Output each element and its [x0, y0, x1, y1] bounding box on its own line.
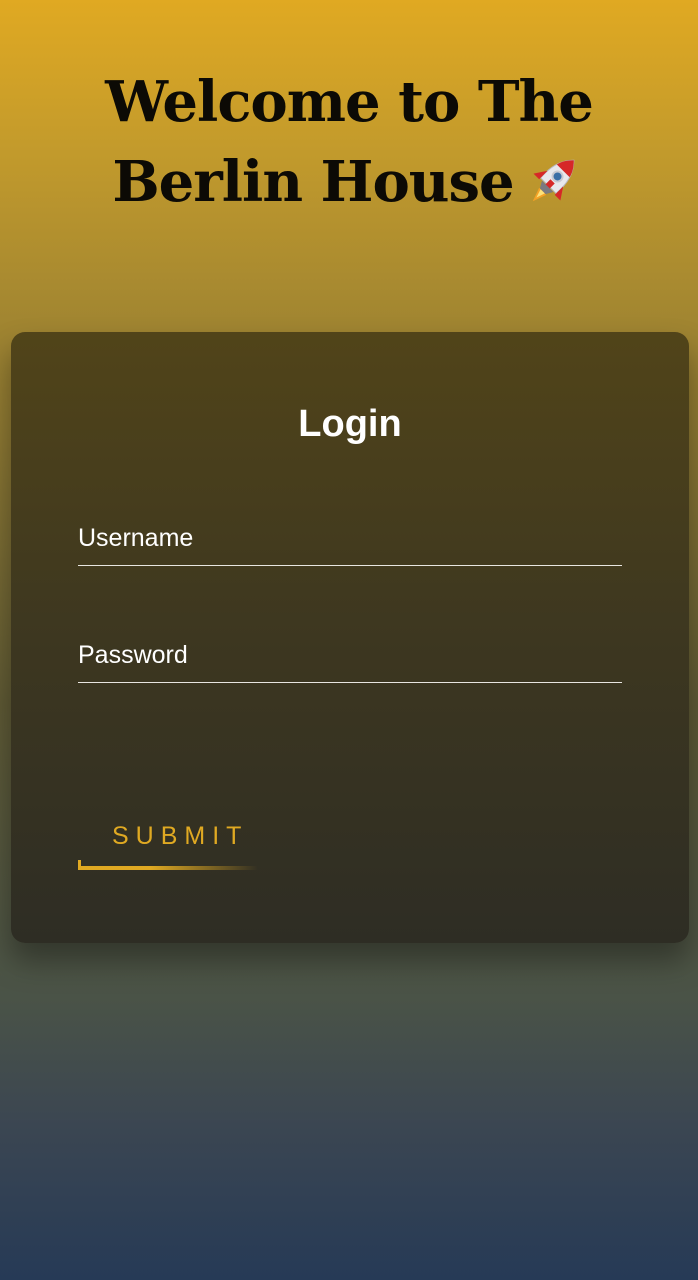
login-heading: Login: [298, 403, 402, 445]
username-input[interactable]: [78, 512, 622, 566]
page-title: Welcome to The Berlin House: [20, 62, 678, 222]
username-field-group: Username: [78, 512, 622, 568]
login-card: Login Username Password SUBMIT: [11, 332, 689, 943]
password-field-group: Password: [78, 629, 622, 685]
submit-underline: [78, 866, 258, 870]
submit-underline-tick: [78, 860, 81, 870]
submit-button-label: SUBMIT: [112, 822, 249, 850]
rocket-icon: [522, 148, 586, 212]
submit-button[interactable]: SUBMIT: [78, 808, 268, 870]
password-input[interactable]: [78, 629, 622, 683]
page-title-text: Welcome to The Berlin House: [105, 69, 594, 215]
